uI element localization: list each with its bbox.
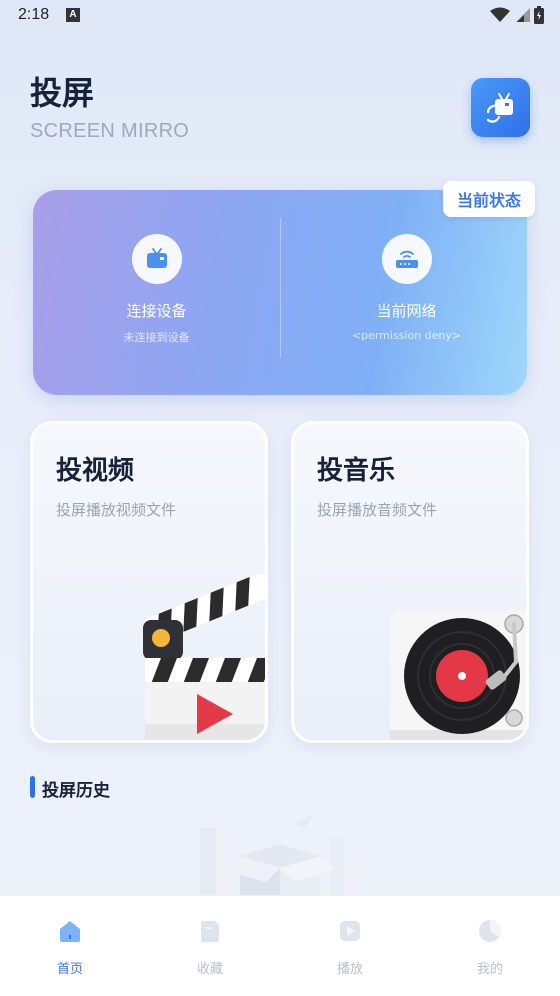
favorites-icon bbox=[201, 921, 219, 942]
nav-item-home[interactable]: 首页 bbox=[0, 918, 140, 977]
status-indicators bbox=[490, 6, 544, 24]
notification-icon: A bbox=[66, 8, 80, 22]
connect-device-label: 连接设备 bbox=[126, 302, 187, 320]
cast-video-title: 投视频 bbox=[56, 456, 135, 486]
bottom-nav: 首页 收藏 播放 我的 bbox=[0, 895, 560, 996]
cast-music-card[interactable]: 投音乐 投屏播放音频文件 bbox=[291, 421, 529, 743]
clapperboard-icon bbox=[143, 574, 265, 740]
nav-item-play[interactable]: 播放 bbox=[280, 918, 420, 977]
nav-label-play: 播放 bbox=[336, 962, 363, 977]
current-network-section[interactable]: 当前网络 <permission deny> bbox=[283, 234, 530, 342]
empty-box-icon bbox=[200, 812, 360, 895]
nav-label-home: 首页 bbox=[56, 962, 83, 977]
nav-label-profile: 我的 bbox=[476, 962, 503, 977]
cast-tv-icon bbox=[486, 92, 513, 123]
status-time: 2:18 bbox=[18, 6, 50, 23]
nav-item-favorites[interactable]: 收藏 bbox=[140, 918, 280, 977]
cast-music-subtitle: 投屏播放音频文件 bbox=[317, 501, 438, 519]
wifi-icon bbox=[490, 7, 510, 22]
current-network-label: 当前网络 bbox=[376, 302, 437, 320]
signal-icon bbox=[516, 8, 530, 22]
connect-device-status: 未连接到设备 bbox=[123, 331, 190, 344]
tv-icon bbox=[146, 248, 167, 268]
cast-music-title: 投音乐 bbox=[317, 456, 396, 486]
profile-icon bbox=[479, 920, 501, 942]
connect-device-section[interactable]: 连接设备 未连接到设备 bbox=[33, 234, 280, 345]
status-badge: 当前状态 bbox=[443, 181, 535, 217]
history-title: 投屏历史 bbox=[42, 781, 110, 801]
page-title: 投屏 bbox=[30, 74, 95, 112]
cast-video-subtitle: 投屏播放视频文件 bbox=[56, 501, 177, 519]
device-icon-circle bbox=[131, 234, 182, 284]
cast-video-card[interactable]: 投视频 投屏播放视频文件 bbox=[30, 421, 268, 743]
card-divider bbox=[280, 218, 281, 358]
router-icon bbox=[395, 250, 418, 268]
cast-tv-button[interactable] bbox=[471, 78, 530, 137]
page-subtitle: SCREEN MIRRO bbox=[30, 120, 190, 142]
battery-icon bbox=[534, 6, 544, 24]
home-icon bbox=[60, 921, 80, 942]
play-icon bbox=[340, 921, 360, 941]
history-accent-bar bbox=[30, 776, 35, 798]
nav-label-favorites: 收藏 bbox=[196, 962, 223, 977]
status-bar: 2:18 A bbox=[0, 0, 560, 34]
nav-item-profile[interactable]: 我的 bbox=[420, 918, 560, 977]
network-icon-circle bbox=[381, 234, 432, 284]
current-network-status: <permission deny> bbox=[351, 329, 462, 342]
turntable-icon bbox=[390, 610, 526, 740]
